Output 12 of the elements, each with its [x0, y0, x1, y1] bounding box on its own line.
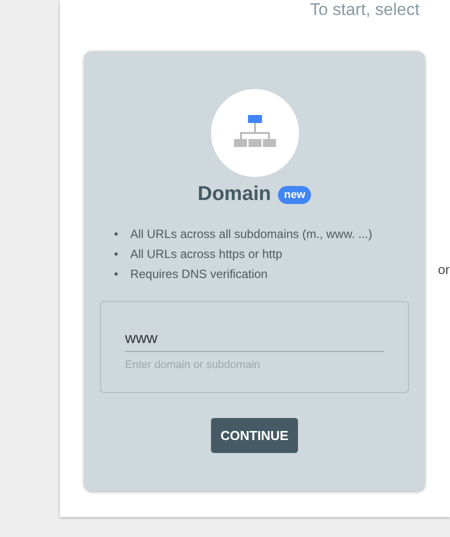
- bullet: •: [114, 226, 118, 243]
- or-separator: or: [438, 262, 450, 276]
- continue-button[interactable]: CONTINUE: [210, 418, 298, 453]
- bullet: •: [114, 246, 118, 263]
- new-badge: new: [278, 186, 312, 204]
- domain-input-field[interactable]: www: [125, 328, 384, 352]
- feature-item: All URLs across https or http: [130, 246, 282, 263]
- feature-item: All URLs across all subdomains (m., www. ...): [130, 226, 372, 243]
- card-title: Domain: [198, 183, 271, 206]
- page-heading: To start, select: [310, 0, 420, 20]
- bullet: •: [114, 266, 118, 283]
- feature-item: Requires DNS verification: [130, 266, 268, 283]
